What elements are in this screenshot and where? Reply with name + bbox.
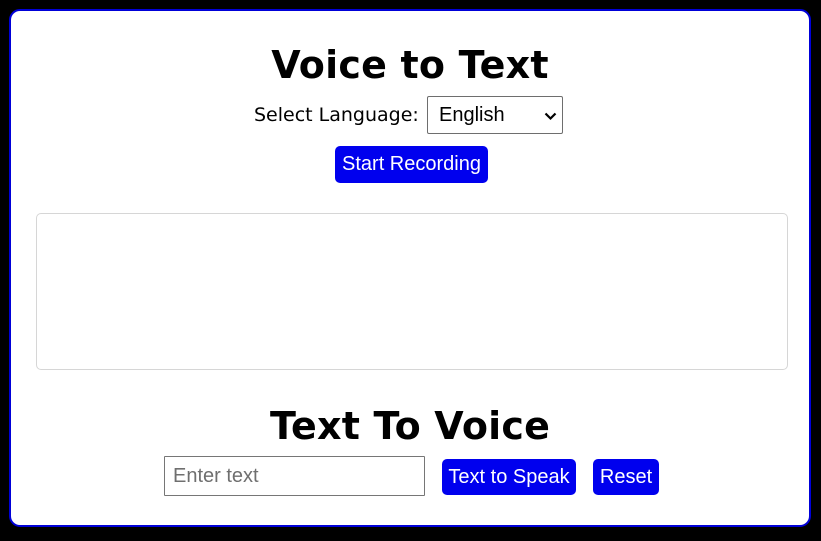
language-label: Select Language:	[254, 104, 419, 126]
transcript-output	[36, 213, 788, 370]
reset-button[interactable]: Reset	[593, 459, 659, 495]
language-select-value: English	[439, 104, 505, 126]
text-to-voice-title: Text To Voice	[269, 404, 551, 448]
text-input[interactable]: Enter text	[164, 456, 425, 496]
chevron-down-icon	[544, 97, 557, 133]
voice-to-text-title: Voice to Text	[271, 43, 549, 87]
app-card: Voice to Text Select Language: English S…	[9, 9, 811, 527]
text-to-speak-button[interactable]: Text to Speak	[442, 459, 576, 495]
start-recording-button[interactable]: Start Recording	[335, 146, 488, 183]
language-select[interactable]: English	[427, 96, 563, 134]
